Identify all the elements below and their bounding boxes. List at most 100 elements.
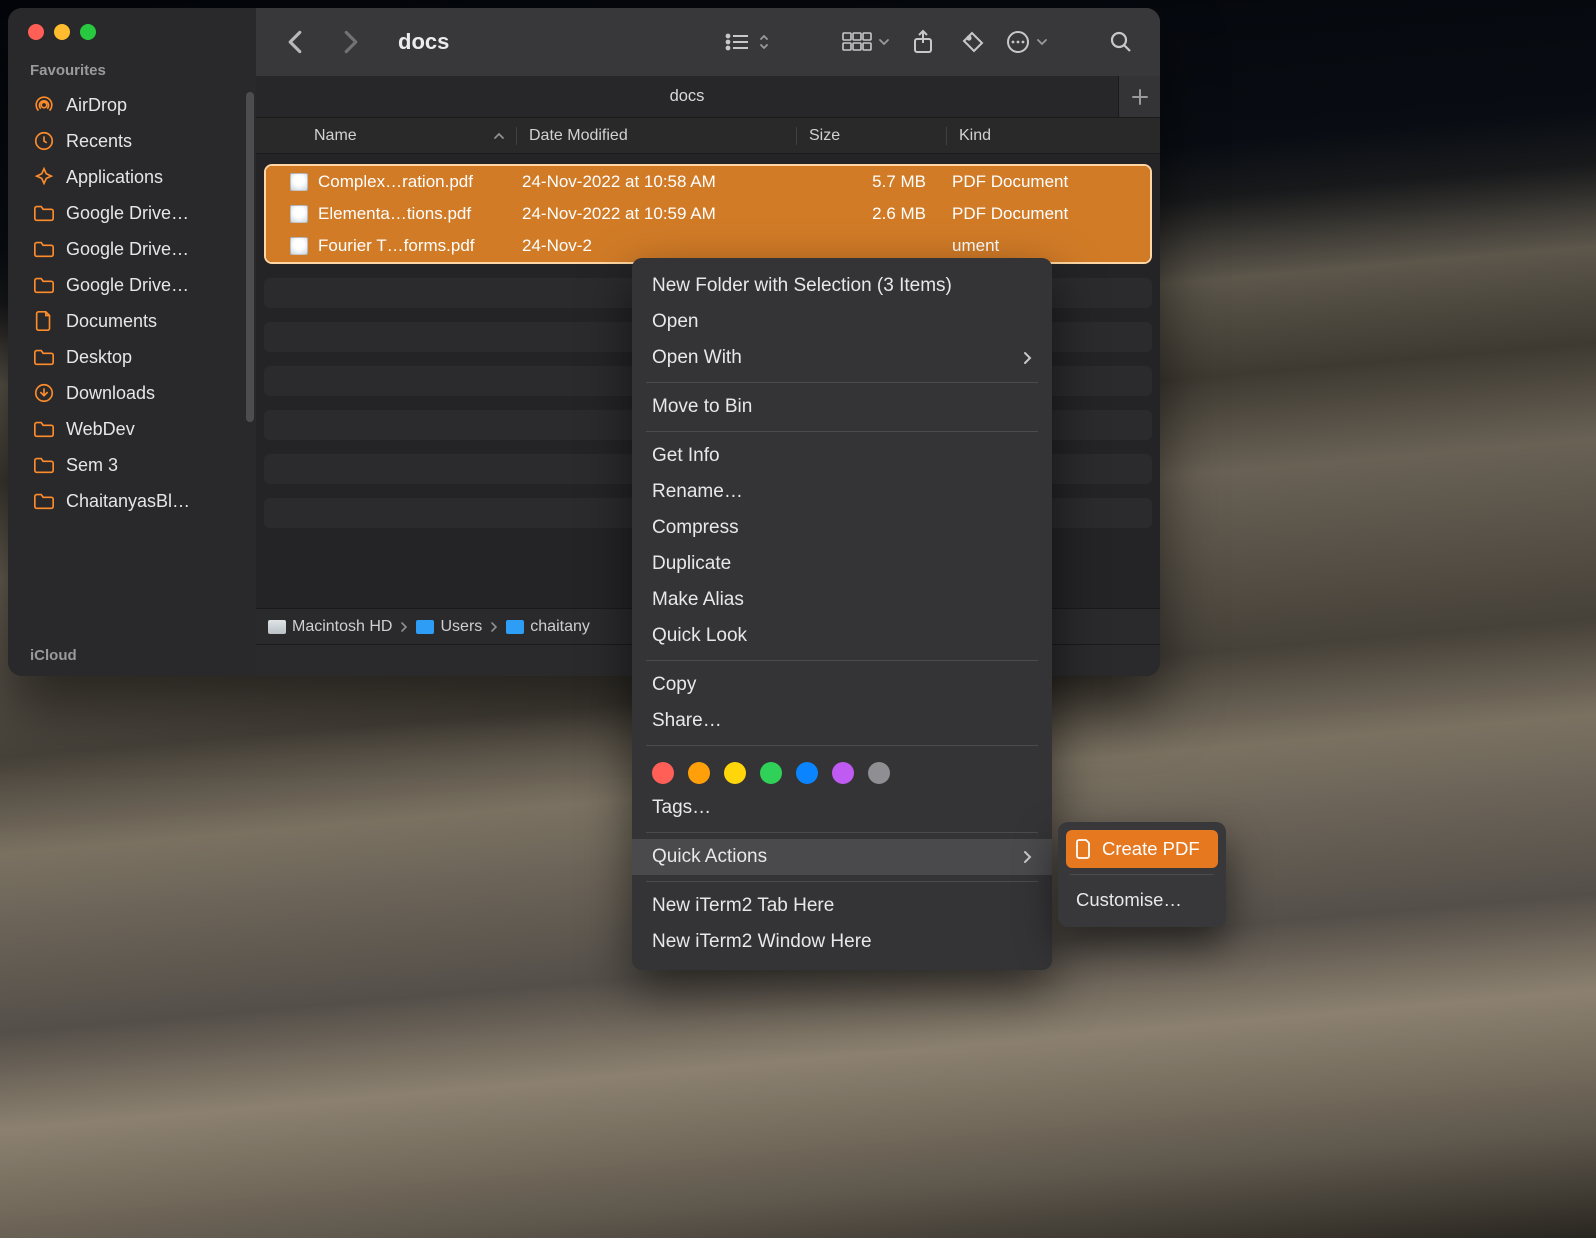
search-button[interactable] — [1104, 25, 1138, 59]
pdf-file-icon — [290, 237, 308, 255]
back-button[interactable] — [278, 25, 312, 59]
close-button[interactable] — [28, 24, 44, 40]
folder-icon — [32, 489, 56, 513]
menu-item-label: New iTerm2 Tab Here — [652, 895, 834, 917]
menu-item-label: Get Info — [652, 445, 720, 467]
tag-color[interactable] — [724, 762, 746, 784]
menu-item-move-to-bin[interactable]: Move to Bin — [632, 389, 1052, 425]
more-button[interactable] — [1006, 30, 1048, 54]
menu-item-tags-[interactable]: Tags… — [632, 790, 1052, 826]
menu-item-share-[interactable]: Share… — [632, 703, 1052, 739]
folder-icon — [416, 620, 434, 634]
sidebar-item-documents[interactable]: Documents — [8, 303, 256, 339]
menu-separator — [646, 881, 1038, 882]
folder-icon — [32, 201, 56, 225]
tag-color[interactable] — [796, 762, 818, 784]
disk-icon — [268, 620, 286, 634]
sidebar-item-sem-3[interactable]: Sem 3 — [8, 447, 256, 483]
sidebar-item-google-drive-[interactable]: Google Drive… — [8, 267, 256, 303]
file-row[interactable]: Elementa…tions.pdf 24-Nov-2022 at 10:59 … — [266, 198, 1150, 230]
sidebar-item-webdev[interactable]: WebDev — [8, 411, 256, 447]
menu-item-label: Quick Actions — [652, 846, 767, 868]
sidebar-item-label: Downloads — [66, 383, 155, 404]
menu-separator — [646, 745, 1038, 746]
menu-item-quick-actions[interactable]: Quick Actions — [632, 839, 1052, 875]
sidebar-item-airdrop[interactable]: AirDrop — [8, 87, 256, 123]
column-headers[interactable]: Name Date Modified Size Kind — [256, 118, 1160, 154]
file-date: 24-Nov-2 — [518, 236, 798, 256]
menu-item-compress[interactable]: Compress — [632, 510, 1052, 546]
menu-separator — [646, 431, 1038, 432]
menu-item-label: Open — [652, 311, 698, 333]
sidebar-item-label: AirDrop — [66, 95, 127, 116]
submenu-item-label: Create PDF — [1102, 838, 1200, 860]
tag-color[interactable] — [868, 762, 890, 784]
file-name: Elementa…tions.pdf — [318, 204, 471, 224]
chevron-right-icon — [490, 621, 498, 633]
selection-group: Complex…ration.pdf 24-Nov-2022 at 10:58 … — [264, 164, 1152, 264]
minimize-button[interactable] — [54, 24, 70, 40]
file-date: 24-Nov-2022 at 10:58 AM — [518, 172, 798, 192]
column-size: Size — [796, 127, 946, 145]
sidebar-item-desktop[interactable]: Desktop — [8, 339, 256, 375]
pdf-file-icon — [290, 173, 308, 191]
submenu-item-create-pdf[interactable]: Create PDF — [1066, 830, 1218, 868]
sidebar-item-label: Google Drive… — [66, 275, 189, 296]
menu-item-open-with[interactable]: Open With — [632, 340, 1052, 376]
sidebar-item-downloads[interactable]: Downloads — [8, 375, 256, 411]
sidebar-item-label: WebDev — [66, 419, 135, 440]
view-mode-button[interactable] — [724, 32, 770, 52]
sidebar-scrollbar[interactable] — [246, 92, 254, 422]
tag-color[interactable] — [652, 762, 674, 784]
tag-color[interactable] — [688, 762, 710, 784]
menu-item-new-iterm2-tab-here[interactable]: New iTerm2 Tab Here — [632, 888, 1052, 924]
sidebar-item-applications[interactable]: Applications — [8, 159, 256, 195]
tag-color[interactable] — [760, 762, 782, 784]
file-kind: ument — [948, 236, 1150, 256]
menu-item-copy[interactable]: Copy — [632, 667, 1052, 703]
new-tab-button[interactable] — [1118, 76, 1160, 117]
group-button[interactable] — [842, 31, 890, 53]
sidebar-item-label: Documents — [66, 311, 157, 332]
doc-icon — [32, 309, 56, 333]
tag-color-row — [632, 752, 1052, 790]
sidebar-section-icloud: iCloud — [8, 627, 77, 676]
menu-item-label: New Folder with Selection (3 Items) — [652, 275, 952, 297]
sidebar-item-google-drive-[interactable]: Google Drive… — [8, 195, 256, 231]
chevron-right-icon — [1022, 351, 1032, 365]
menu-item-quick-look[interactable]: Quick Look — [632, 618, 1052, 654]
window-controls — [8, 8, 256, 58]
menu-item-new-iterm2-window-here[interactable]: New iTerm2 Window Here — [632, 924, 1052, 960]
file-row[interactable]: Complex…ration.pdf 24-Nov-2022 at 10:58 … — [266, 166, 1150, 198]
path-segment[interactable]: Users — [416, 618, 482, 636]
file-name: Complex…ration.pdf — [318, 172, 473, 192]
tags-button[interactable] — [956, 25, 990, 59]
maximize-button[interactable] — [80, 24, 96, 40]
forward-button[interactable] — [334, 25, 368, 59]
path-segment[interactable]: Macintosh HD — [268, 618, 392, 636]
sidebar-item-chaitanyasbl-[interactable]: ChaitanyasBl… — [8, 483, 256, 519]
sidebar-item-recents[interactable]: Recents — [8, 123, 256, 159]
menu-item-get-info[interactable]: Get Info — [632, 438, 1052, 474]
tab-docs[interactable]: docs — [256, 76, 1118, 117]
download-icon — [32, 381, 56, 405]
tag-color[interactable] — [832, 762, 854, 784]
sidebar: Favourites AirDropRecentsApplicationsGoo… — [8, 8, 256, 676]
menu-item-make-alias[interactable]: Make Alias — [632, 582, 1052, 618]
menu-item-new-folder-with-selection-3-items-[interactable]: New Folder with Selection (3 Items) — [632, 268, 1052, 304]
sidebar-item-google-drive-[interactable]: Google Drive… — [8, 231, 256, 267]
sidebar-item-label: Google Drive… — [66, 239, 189, 260]
menu-item-duplicate[interactable]: Duplicate — [632, 546, 1052, 582]
chevron-right-icon — [1022, 850, 1032, 864]
share-button[interactable] — [906, 25, 940, 59]
column-name: Name — [256, 127, 516, 145]
submenu-item-customise-[interactable]: Customise… — [1066, 881, 1218, 919]
folder-icon — [32, 453, 56, 477]
menu-item-open[interactable]: Open — [632, 304, 1052, 340]
menu-item-label: Move to Bin — [652, 396, 752, 418]
menu-item-rename-[interactable]: Rename… — [632, 474, 1052, 510]
file-name: Fourier T…forms.pdf — [318, 236, 475, 256]
file-kind: PDF Document — [948, 172, 1150, 192]
file-size: 2.6 MB — [798, 204, 948, 224]
path-segment[interactable]: chaitany — [506, 618, 590, 636]
